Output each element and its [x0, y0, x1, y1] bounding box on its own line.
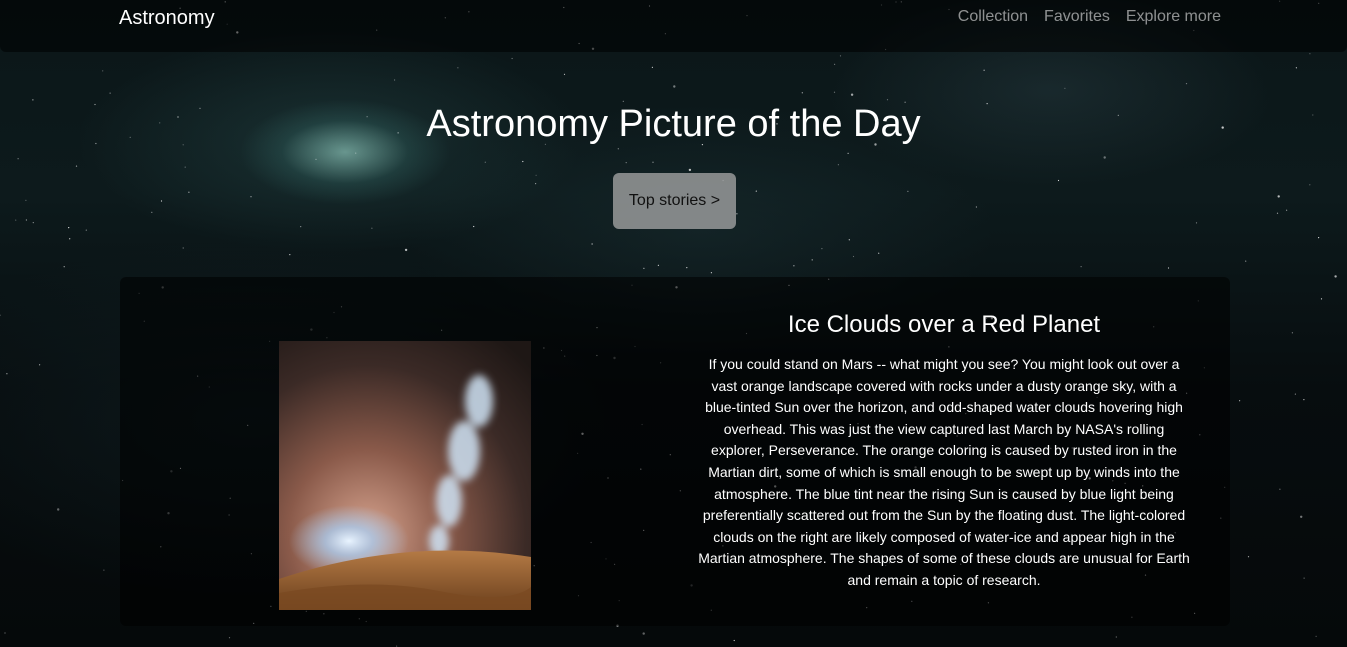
apod-card: Ice Clouds over a Red Planet If you coul…: [120, 277, 1230, 626]
nav-link-explore-more[interactable]: Explore more: [1126, 8, 1221, 26]
top-stories-button[interactable]: Top stories >: [613, 173, 736, 229]
mars-sky-photo-image: [279, 341, 531, 610]
article-title: Ice Clouds over a Red Planet: [787, 311, 1101, 338]
nav-links: Collection Favorites Explore more: [958, 8, 1221, 26]
nav-link-favorites[interactable]: Favorites: [1044, 8, 1110, 26]
navbar: Astronomy Collection Favorites Explore m…: [0, 0, 1347, 52]
mars-sky-photo[interactable]: [279, 341, 531, 610]
article: Ice Clouds over a Red Planet If you coul…: [693, 311, 1195, 592]
page-title: Astronomy Picture of the Day: [426, 103, 921, 145]
article-body: If you could stand on Mars -- what might…: [698, 356, 1190, 588]
nav-link-collection[interactable]: Collection: [958, 8, 1028, 26]
brand-logo[interactable]: Astronomy: [119, 7, 215, 30]
